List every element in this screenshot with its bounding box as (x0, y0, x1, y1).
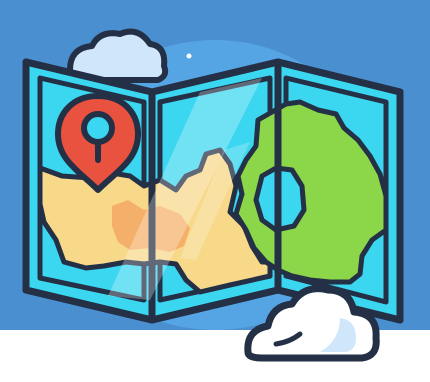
pin-hole (81, 111, 115, 145)
sparkle-dot (186, 53, 192, 59)
illustration-canvas (0, 0, 430, 382)
map-illustration (0, 0, 430, 382)
sparkle-dot (233, 345, 239, 351)
